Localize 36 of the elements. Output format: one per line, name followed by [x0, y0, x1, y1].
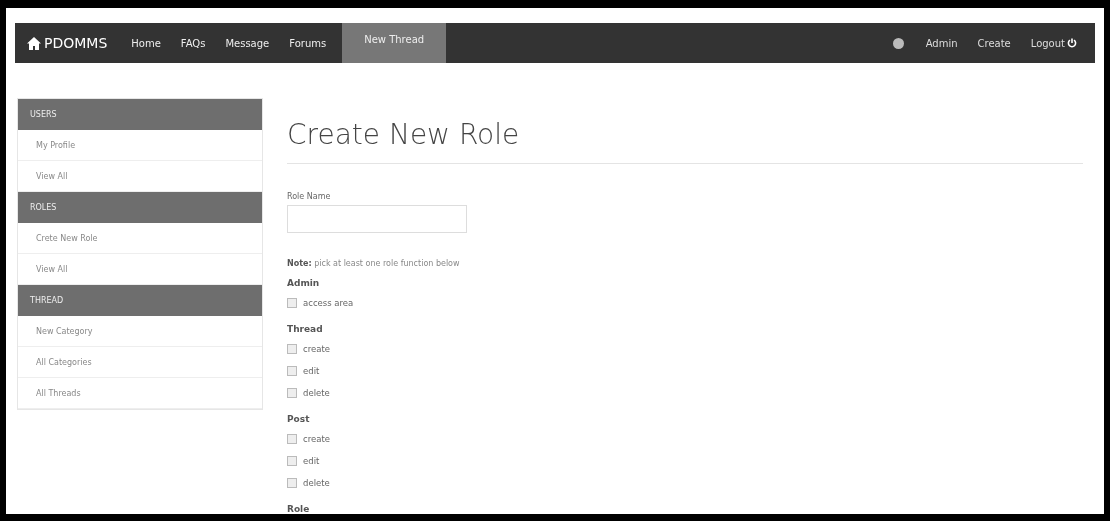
- checkbox-label: edit: [303, 366, 320, 376]
- checkbox[interactable]: [287, 344, 297, 354]
- power-icon: [1067, 38, 1077, 48]
- group-heading: Thread: [287, 324, 324, 334]
- brand-logo[interactable]: PDOMMS: [27, 23, 108, 63]
- page-title: Create New Role: [287, 118, 1083, 164]
- nav-link[interactable]: Home: [121, 23, 171, 63]
- field-label: Role Name: [287, 192, 332, 201]
- checkbox[interactable]: [287, 434, 297, 444]
- checkbox[interactable]: [287, 366, 297, 376]
- sidebar-heading: ROLES: [18, 192, 262, 223]
- nav-link[interactable]: Admin: [915, 23, 968, 63]
- group-heading: Post: [287, 414, 311, 424]
- checkbox[interactable]: [287, 298, 297, 308]
- note-text: Note: pick at least one role function below: [287, 259, 461, 268]
- group-heading: Role: [287, 504, 311, 514]
- checkbox[interactable]: [287, 456, 297, 466]
- sidebar-heading: USERS: [18, 99, 262, 130]
- group-heading: Admin: [287, 278, 321, 288]
- nav-link[interactable]: Create: [967, 23, 1021, 63]
- checkbox-label: delete: [303, 388, 330, 398]
- checkbox-label: create: [303, 434, 330, 444]
- nav-link[interactable]: FAQs: [170, 23, 216, 63]
- checkbox[interactable]: [287, 478, 297, 488]
- checkbox-label: create: [303, 344, 330, 354]
- home-icon: [27, 36, 41, 50]
- role-name-field[interactable]: [287, 205, 467, 233]
- checkbox-label: delete: [303, 478, 330, 488]
- nav-link[interactable]: New Thread: [342, 23, 447, 63]
- checkbox-label: access area: [303, 298, 354, 308]
- nav-link[interactable]: Forums: [279, 23, 337, 63]
- checkbox-label: edit: [303, 456, 320, 466]
- checkbox[interactable]: [287, 388, 297, 398]
- sidebar-heading: THREAD: [18, 285, 262, 316]
- nav-link[interactable]: Message: [215, 23, 280, 63]
- logout-link[interactable]: Logout: [1020, 23, 1087, 63]
